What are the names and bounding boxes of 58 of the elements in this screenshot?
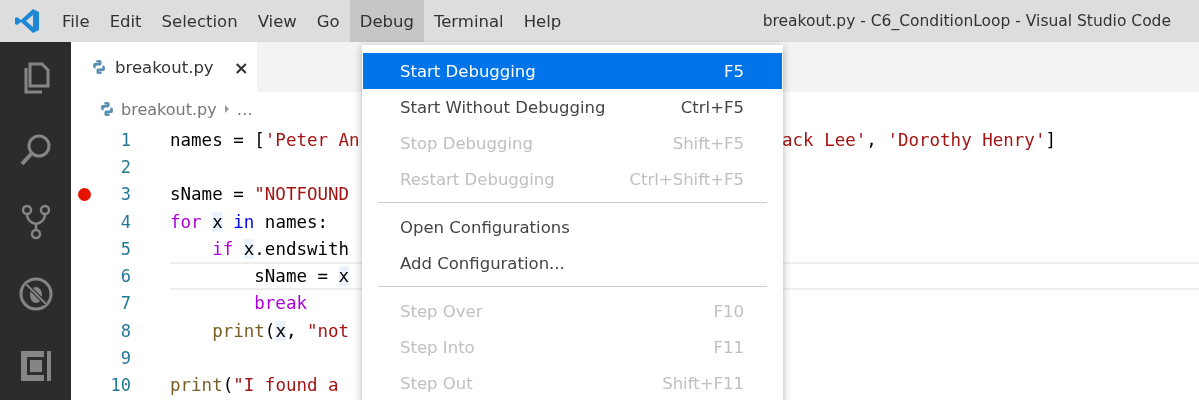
line-number: 6 [119, 266, 131, 287]
line-number: 3 [119, 184, 131, 205]
menu-item[interactable]: Debug [349, 0, 424, 42]
menu-label: Restart Debugging [400, 169, 555, 189]
breadcrumb-more[interactable]: … [236, 99, 253, 119]
menu-item[interactable]: Selection [151, 0, 248, 42]
breadcrumb-file[interactable]: breakout.py [121, 99, 217, 119]
code-text: for x in names: [170, 211, 330, 232]
menu-label: Start Debugging [400, 61, 536, 81]
code-text: break [253, 293, 308, 314]
line-number: 2 [119, 156, 131, 177]
menu-label: Stop Debugging [400, 133, 533, 153]
line-number: 7 [119, 293, 131, 314]
shortcut-label: Ctrl+F5 [680, 97, 744, 117]
app-logo-icon [14, 8, 40, 34]
menu-label: Open Configurations [400, 217, 570, 237]
python-icon [91, 59, 107, 75]
editor-tab[interactable]: breakout.py × [71, 42, 257, 92]
window-title: breakout.py - C6_ConditionLoop - Visual Studio Code [762, 12, 1171, 30]
menu-entry[interactable]: Start Debugging F5 [363, 53, 782, 89]
menu-item[interactable]: View [247, 0, 307, 42]
menu-label: Step Into [400, 337, 475, 357]
shortcut-label: F5 [724, 61, 744, 81]
menu-label: Step Over [400, 301, 483, 321]
code-text: sName = x [253, 266, 351, 287]
line-number: 5 [119, 238, 131, 259]
debug-icon[interactable] [17, 276, 54, 312]
python-icon [99, 101, 115, 117]
line-number: 4 [119, 211, 131, 232]
code-text: ack Lee', 'Dorothy Henry'] [782, 129, 1057, 150]
line-number: 8 [119, 320, 131, 341]
code-text: names = ['Peter An [170, 129, 361, 150]
line-number: 10 [109, 375, 131, 396]
menu-entry[interactable]: Add Configuration... [363, 245, 782, 281]
menu-entry[interactable]: Start Without Debugging Ctrl+F5 [363, 89, 782, 125]
menu-item[interactable]: Go [306, 0, 350, 42]
shortcut-label: Shift+F5 [672, 133, 744, 153]
tab-label: breakout.py [115, 57, 214, 77]
menu-item[interactable]: Edit [99, 0, 152, 42]
shortcut-label: F11 [713, 337, 744, 357]
shortcut-label: Shift+F11 [662, 373, 744, 393]
menu-label: Step Out [400, 373, 473, 393]
menu-item[interactable]: File [52, 0, 100, 42]
code-text: if x.endswith [211, 238, 351, 259]
line-number: 1 [119, 129, 131, 150]
menu-label: Add Configuration... [400, 253, 565, 273]
breakpoint-icon[interactable] [78, 187, 91, 201]
menu-item[interactable]: Help [513, 0, 572, 42]
code-text: sName = "NOTFOUND [170, 184, 351, 205]
shortcut-label: Ctrl+Shift+F5 [629, 169, 744, 189]
menu-label: Start Without Debugging [400, 97, 606, 117]
line-number: 9 [119, 348, 131, 368]
menu-entry[interactable]: Open Configurations [363, 209, 782, 245]
code-text: print("I found a [170, 375, 340, 396]
code-text: print(x, "not [211, 320, 351, 341]
menu-item[interactable]: Terminal [423, 0, 514, 42]
chevron-icon [222, 104, 231, 114]
shortcut-label: F10 [713, 301, 744, 321]
